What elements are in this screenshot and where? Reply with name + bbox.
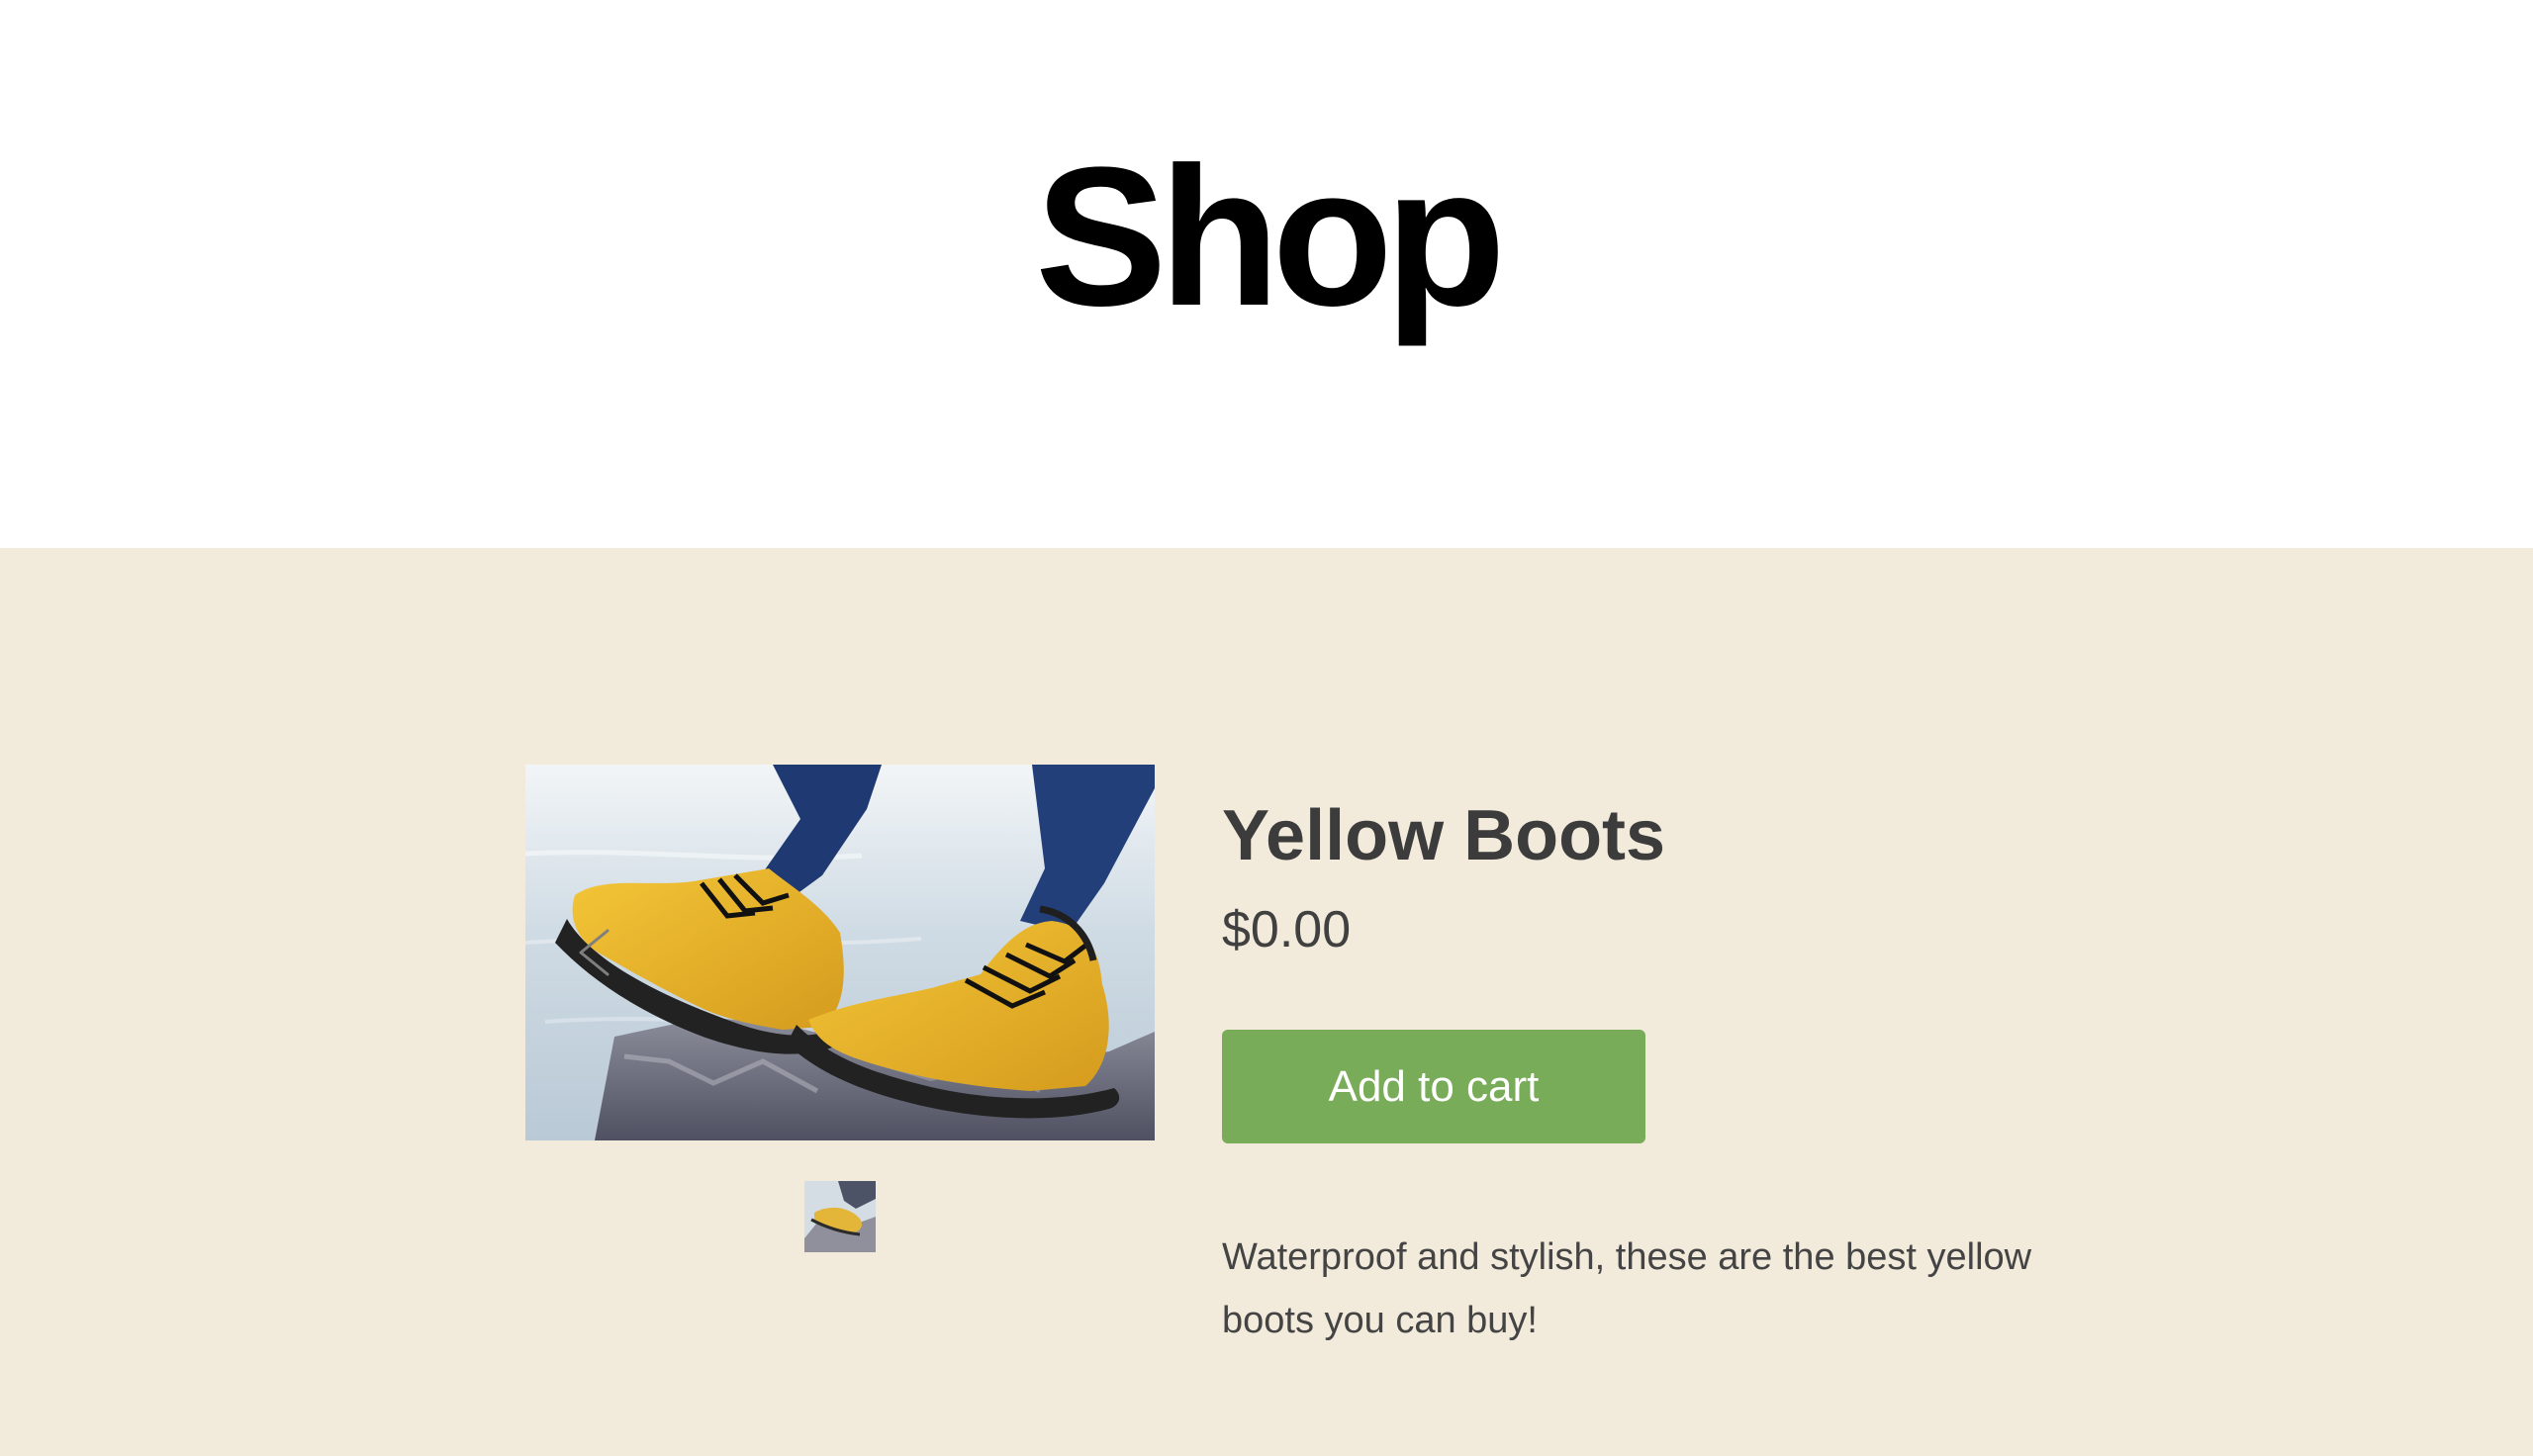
product-title: Yellow Boots bbox=[1222, 796, 1666, 875]
chevron-left-icon bbox=[569, 929, 622, 983]
product-gallery bbox=[525, 765, 1155, 1140]
add-to-cart-button[interactable]: Add to cart bbox=[1222, 1030, 1645, 1143]
page-header: Shop bbox=[0, 0, 2533, 548]
product-section: Yellow Boots $0.00 Add to cart Waterproo… bbox=[0, 548, 2533, 1456]
product-price: $0.00 bbox=[1222, 901, 1352, 958]
gallery-previous-button[interactable] bbox=[569, 926, 622, 979]
product-thumbnail[interactable] bbox=[804, 1181, 876, 1252]
product-details: Yellow Boots $0.00 Add to cart Waterproo… bbox=[1222, 790, 2073, 1341]
page-title: Shop bbox=[1035, 127, 1506, 347]
product-description: Waterproof and stylish, these are the be… bbox=[1222, 1236, 2032, 1341]
